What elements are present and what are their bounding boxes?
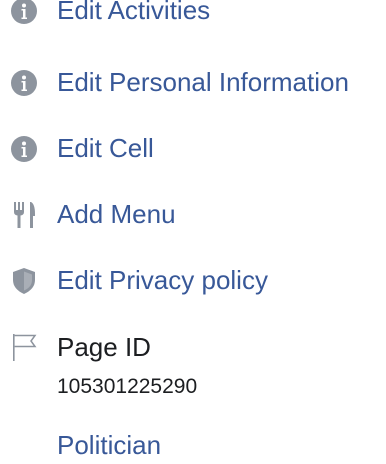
category-link[interactable]: Politician xyxy=(57,430,161,460)
fork-knife-icon xyxy=(9,200,39,230)
menu-item-label: Edit Cell xyxy=(57,133,154,163)
info-icon xyxy=(9,134,39,164)
menu-item-edit-cell[interactable]: Edit Cell xyxy=(0,126,386,170)
menu-item-edit-privacy-policy[interactable]: Edit Privacy policy xyxy=(0,258,386,302)
menu-item-label: Edit Personal Information xyxy=(57,67,349,97)
page-id-value: 105301225290 xyxy=(57,375,198,398)
shield-icon xyxy=(9,266,39,296)
menu-item-label: Edit Privacy policy xyxy=(57,265,268,295)
info-icon xyxy=(9,0,39,26)
page-id-label: Page ID xyxy=(57,332,151,362)
menu-item-add-menu[interactable]: Add Menu xyxy=(0,192,386,236)
page-id-section: Page ID 105301225290 xyxy=(0,324,386,404)
flag-icon xyxy=(9,332,39,362)
info-icon xyxy=(9,68,39,98)
menu-item-label: Add Menu xyxy=(57,199,176,229)
menu-item-label: Edit Activities xyxy=(57,0,211,25)
menu-item-edit-personal-information[interactable]: Edit Personal Information xyxy=(0,60,386,104)
menu-item-edit-activities[interactable]: Edit Activities xyxy=(0,0,386,32)
